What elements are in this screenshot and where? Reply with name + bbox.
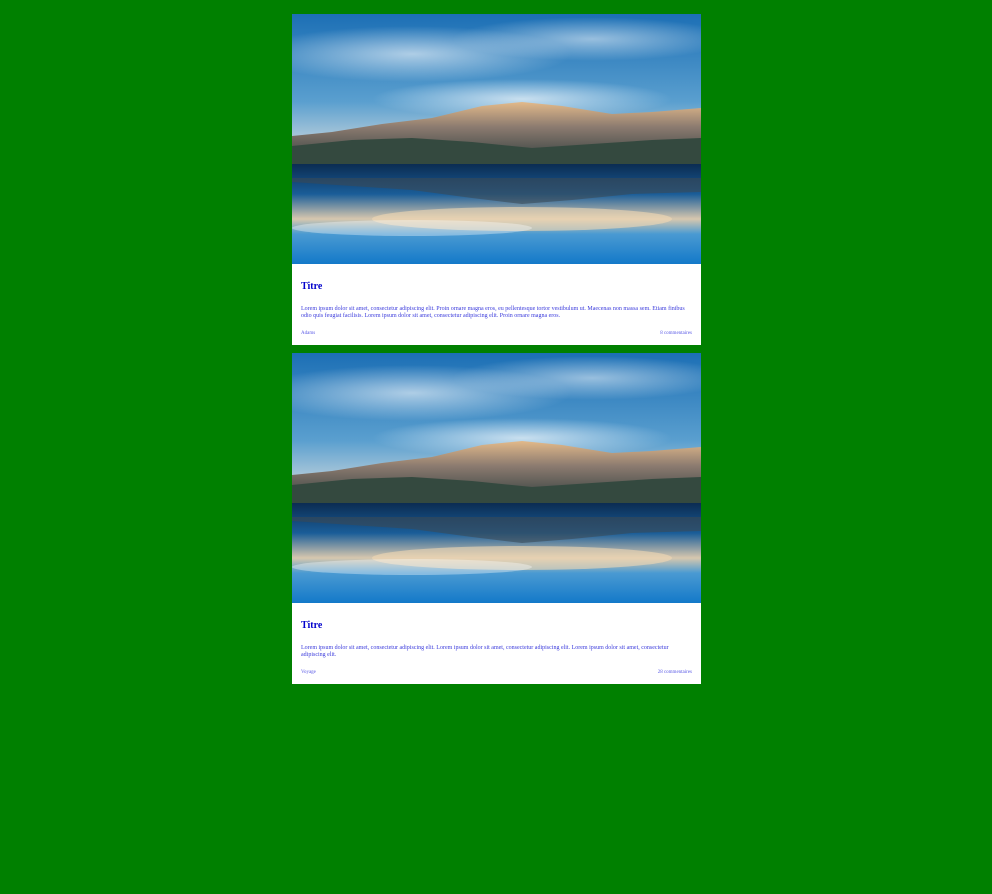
post-title[interactable]: Titre xyxy=(301,281,692,293)
post-meta: Voyage 28 commentaires xyxy=(301,670,692,676)
landscape-image xyxy=(292,14,701,264)
post-comments-link[interactable]: 28 commentaires xyxy=(658,670,692,676)
card-feed: Titre Lorem ipsum dolor sit amet, consec… xyxy=(292,14,701,692)
post-meta: Adams 8 commentaires xyxy=(301,331,692,337)
post-comments-link[interactable]: 8 commentaires xyxy=(660,331,692,337)
post-body: Titre Lorem ipsum dolor sit amet, consec… xyxy=(292,603,701,684)
post-category-link[interactable]: Voyage xyxy=(301,670,316,676)
post-body: Titre Lorem ipsum dolor sit amet, consec… xyxy=(292,264,701,345)
post-card[interactable]: Titre Lorem ipsum dolor sit amet, consec… xyxy=(292,353,701,684)
post-excerpt: Lorem ipsum dolor sit amet, consectetur … xyxy=(301,645,669,658)
landscape-image xyxy=(292,353,701,603)
post-category-link[interactable]: Adams xyxy=(301,331,315,337)
post-excerpt: Lorem ipsum dolor sit amet, consectetur … xyxy=(301,306,685,319)
post-image[interactable] xyxy=(292,14,701,264)
post-card[interactable]: Titre Lorem ipsum dolor sit amet, consec… xyxy=(292,14,701,345)
post-title[interactable]: Titre xyxy=(301,620,692,632)
post-image[interactable] xyxy=(292,353,701,603)
